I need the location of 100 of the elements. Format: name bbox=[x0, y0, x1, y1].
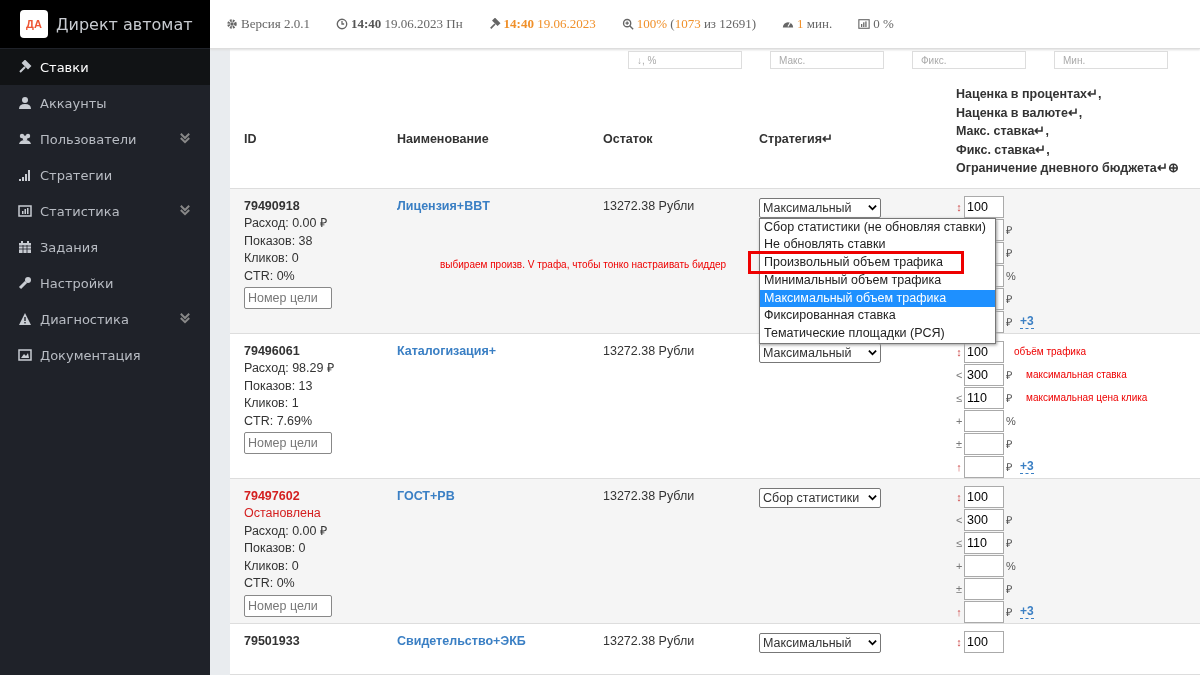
unit-text: % bbox=[1006, 559, 1016, 572]
status-text: 0 % bbox=[873, 16, 894, 32]
menu-item-icon bbox=[18, 168, 32, 182]
unit-text: ₽ bbox=[1006, 315, 1013, 329]
stat-text: Расход: 98.29 ₽ bbox=[244, 360, 335, 378]
param-field[interactable] bbox=[964, 554, 1004, 577]
strategy-select[interactable]: Сбор статистики bbox=[759, 487, 881, 508]
campaign-id: 79501933 bbox=[244, 632, 301, 650]
status-icon bbox=[858, 18, 871, 30]
param-field[interactable] bbox=[964, 455, 1004, 478]
param-field[interactable]: 100 bbox=[964, 485, 1004, 508]
param-field[interactable] bbox=[964, 600, 1004, 623]
stat-text: Показов: 38 bbox=[244, 232, 314, 250]
filter-field[interactable]: Макс. bbox=[770, 51, 884, 69]
unit-text: ₽ bbox=[1006, 536, 1013, 550]
status-icon bbox=[226, 18, 238, 30]
goal-field[interactable]: Номер цели bbox=[244, 432, 332, 455]
status-text: 14:40 19.06.2023 bbox=[503, 16, 596, 32]
param-field[interactable]: 110 bbox=[964, 386, 1004, 409]
param-field[interactable]: 110 bbox=[964, 531, 1004, 554]
unit-text: ₽ bbox=[1006, 460, 1013, 474]
campaign-link[interactable]: Каталогизация+ bbox=[397, 343, 497, 358]
menu-item-icon bbox=[18, 240, 32, 254]
sidebar-item[interactable]: Задания bbox=[0, 229, 210, 265]
dropdown-option[interactable]: Сбор статистики (не обновляя ставки) bbox=[760, 218, 995, 237]
menu-item-icon bbox=[18, 348, 32, 362]
more-link[interactable]: +3 bbox=[1020, 604, 1034, 619]
status-text: Версия 2.0.1 bbox=[241, 16, 310, 32]
column-header: Наценка в процентах↵, bbox=[956, 86, 1103, 103]
dropdown-option[interactable]: Фиксированная ставка bbox=[760, 307, 995, 326]
goal-field[interactable]: Номер цели bbox=[244, 595, 332, 618]
annotation-text: максимальная цена клика bbox=[1026, 392, 1148, 403]
balance-text: 13272.38 Рубли bbox=[603, 633, 695, 648]
goal-field[interactable]: Номер цели bbox=[244, 287, 332, 310]
param-symbol: ± bbox=[956, 582, 962, 595]
strategy-select[interactable]: Максимальный bbox=[759, 342, 881, 363]
param-symbol: ≤ bbox=[956, 536, 962, 549]
more-link[interactable]: +3 bbox=[1020, 314, 1034, 329]
param-field[interactable]: 100 bbox=[964, 630, 1004, 653]
sidebar-item[interactable]: Аккаунты bbox=[0, 85, 210, 121]
param-field[interactable] bbox=[964, 577, 1004, 600]
strategy-select[interactable]: Максимальный bbox=[759, 197, 881, 218]
menu-item-icon bbox=[18, 312, 32, 326]
unit-text: % bbox=[1006, 414, 1016, 427]
unit-text: ₽ bbox=[1006, 292, 1013, 306]
stat-text: Показов: 0 bbox=[244, 540, 307, 558]
param-field[interactable]: 300 bbox=[964, 363, 1004, 386]
filter-field[interactable]: Мин. bbox=[1054, 51, 1168, 69]
param-symbol: ↕ bbox=[956, 200, 962, 213]
sidebar-item[interactable]: Статистика bbox=[0, 193, 210, 229]
column-header: Наценка в валюте↵, bbox=[956, 104, 1084, 122]
stat-text: Расход: 0.00 ₽ bbox=[244, 215, 328, 233]
param-field[interactable]: 300 bbox=[964, 508, 1004, 531]
param-field[interactable]: 100 bbox=[964, 195, 1004, 218]
filter-field[interactable]: Фикс. bbox=[912, 51, 1026, 69]
stat-text: CTR: 0% bbox=[244, 267, 296, 285]
menu-item-icon bbox=[18, 96, 32, 110]
chevron-icon bbox=[868, 493, 877, 502]
campaign-id: 79490918 bbox=[244, 197, 301, 215]
campaign-link[interactable]: Свидетельство+ЭКБ bbox=[397, 633, 526, 648]
campaign-link[interactable]: ГОСТ+РВ bbox=[397, 488, 455, 503]
stat-text: Кликов: 1 bbox=[244, 395, 300, 413]
annotation-text: выбираем произв. V трафа, чтобы тонко настраивать биддер bbox=[440, 258, 727, 270]
unit-text: ₽ bbox=[1006, 605, 1013, 619]
chevron-icon bbox=[868, 348, 877, 357]
param-field[interactable] bbox=[964, 432, 1004, 455]
param-symbol: ↑ bbox=[956, 605, 962, 618]
column-header: Стратегия↵ bbox=[759, 130, 834, 148]
more-link[interactable]: +3 bbox=[1020, 459, 1034, 474]
sidebar-item[interactable]: Стратегии bbox=[0, 157, 210, 193]
sidebar-item[interactable]: Пользователи bbox=[0, 121, 210, 157]
param-field[interactable] bbox=[964, 409, 1004, 432]
campaign-link[interactable]: Лицензия+BBT bbox=[397, 198, 490, 213]
dropdown-option[interactable]: Минимальный объем трафика bbox=[760, 271, 995, 290]
sidebar-item[interactable]: Ставки bbox=[0, 49, 210, 85]
unit-text: ₽ bbox=[1006, 246, 1013, 260]
status-text: 1 мин. bbox=[797, 16, 833, 32]
param-symbol: ↑ bbox=[956, 460, 962, 473]
unit-text: ₽ bbox=[1006, 391, 1013, 405]
balance-text: 13272.38 Рубли bbox=[603, 488, 695, 503]
unit-text: ₽ bbox=[1006, 437, 1013, 451]
unit-text: % bbox=[1006, 269, 1016, 282]
dropdown-option[interactable]: Произвольный объем трафика bbox=[760, 254, 995, 272]
menu-item-icon bbox=[18, 204, 32, 218]
stat-text: Расход: 0.00 ₽ bbox=[244, 522, 328, 540]
stat-text: Кликов: 0 bbox=[244, 557, 300, 575]
sidebar-item[interactable]: Документация bbox=[0, 337, 210, 373]
filter-field[interactable]: ↓, % bbox=[628, 51, 742, 69]
param-symbol: ↕ bbox=[956, 635, 962, 648]
unit-text: ₽ bbox=[1006, 582, 1013, 596]
status-icon bbox=[488, 18, 501, 30]
column-header: ID bbox=[244, 131, 258, 148]
campaign-id: 79497602 bbox=[244, 487, 301, 505]
strategy-select[interactable]: Максимальный bbox=[759, 632, 881, 653]
annotation-text: объём трафика bbox=[1014, 346, 1087, 357]
sidebar-item[interactable]: Диагностика bbox=[0, 301, 210, 337]
chevron-icon bbox=[868, 638, 877, 647]
status-text: 14:40 19.06.2023 Пн bbox=[350, 16, 463, 32]
dropdown-option[interactable]: Не обновлять ставки bbox=[760, 236, 995, 255]
sidebar-item[interactable]: Настройки bbox=[0, 265, 210, 301]
